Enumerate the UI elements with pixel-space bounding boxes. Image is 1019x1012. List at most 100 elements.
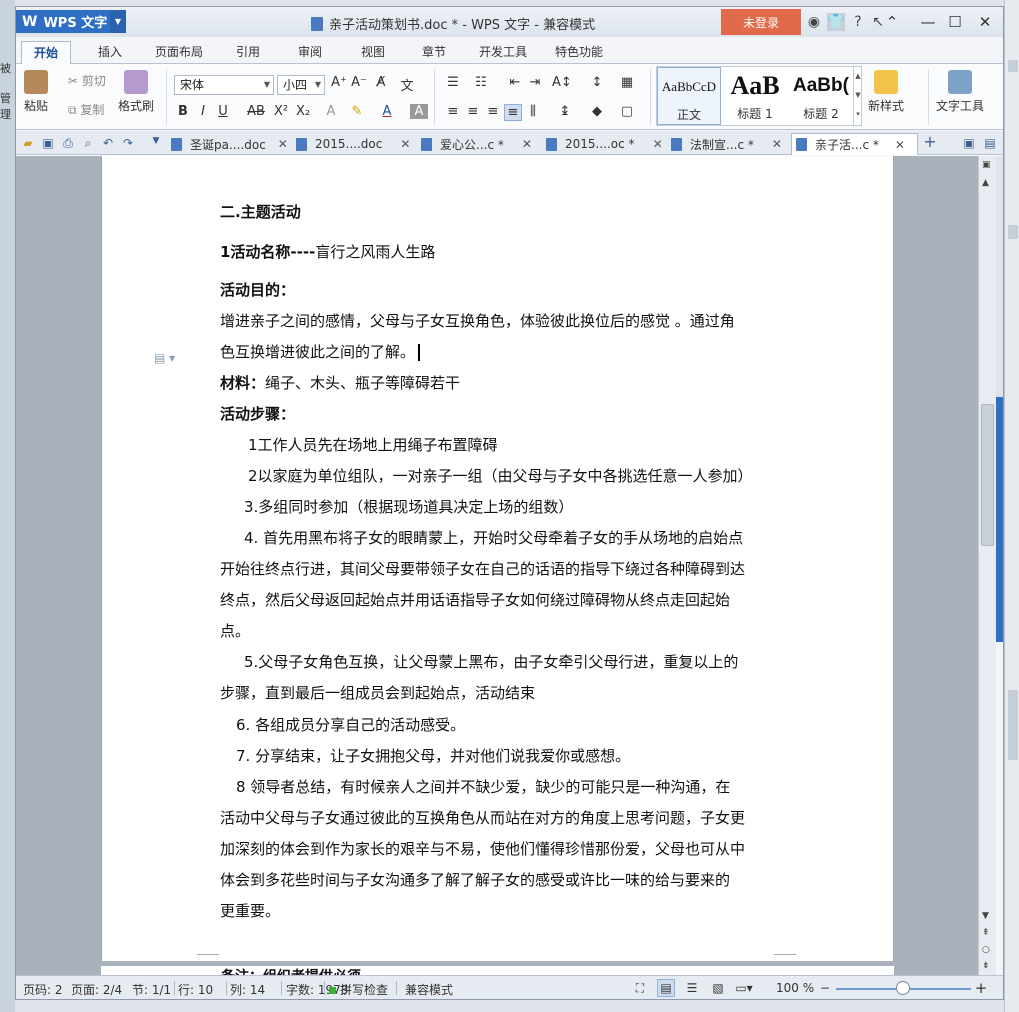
shading-icon[interactable]: ◆ (588, 104, 606, 119)
close-icon[interactable]: ✕ (772, 137, 782, 151)
document-page[interactable]: ▤ ▾ 二.主题活动 1活动名称----盲行之风雨人生路 活动目的： 增进亲子之间的感… (101, 156, 894, 961)
fullscreen-view-icon[interactable]: ⛶ (631, 979, 649, 997)
document-line[interactable]: 色互换增进彼此之间的了解。 (220, 341, 421, 362)
zoom-out-icon[interactable]: − (816, 979, 834, 997)
tab-references[interactable]: 引用 (224, 41, 272, 64)
distribute-icon[interactable]: ⫼ (524, 104, 542, 119)
page-view-icon[interactable]: ▤ (657, 979, 675, 997)
sort-icon[interactable]: ↕ (588, 75, 606, 90)
font-color-icon[interactable]: A (378, 104, 396, 119)
close-button[interactable]: ✕ (971, 11, 999, 33)
document-line[interactable]: 7. 分享结束，让子女拥抱父母，并对他们说我爱你或感想。 (236, 745, 630, 766)
tab-list-icon[interactable]: ▣ (961, 136, 977, 150)
tab-home[interactable]: 开始 (21, 41, 72, 64)
increase-indent-icon[interactable]: ⇥ (526, 75, 544, 90)
new-tab-icon[interactable]: + (922, 132, 938, 151)
tab-insert[interactable]: 插入 (86, 41, 134, 64)
print-icon[interactable]: ⎙ (60, 136, 76, 151)
document-line[interactable]: 活动中父母与子女通过彼此的互换角色从而站在对方的角度上思考问题，子女更 (220, 807, 745, 828)
status-page[interactable]: 页面: 2/4 (71, 981, 122, 998)
chinese-layout-icon[interactable]: A↕ (552, 75, 572, 90)
line-spacing-icon[interactable]: ↨ (556, 104, 574, 119)
document-line[interactable]: 开始往终点行进，其间父母要带领子女在自己的话语的指导下绕过各种障碍到达 (220, 558, 745, 579)
clear-format-icon[interactable]: A̸ (372, 75, 390, 90)
bold-icon[interactable]: B (174, 104, 192, 119)
minimize-button[interactable]: — (914, 11, 942, 33)
close-icon[interactable]: ✕ (653, 137, 663, 151)
grow-font-icon[interactable]: A⁺ (330, 75, 348, 90)
format-painter-button[interactable]: 格式刷 (118, 70, 154, 114)
char-shading-icon[interactable]: A (410, 104, 428, 119)
text-effect-icon[interactable]: A (322, 104, 340, 119)
pinyin-icon[interactable]: 文 (398, 75, 416, 94)
style-heading-1[interactable]: AaB 标题 1 (723, 67, 787, 125)
zoom-in-icon[interactable]: + (972, 979, 990, 997)
document-line[interactable]: 材料：绳子、木头、瓶子等障碍若干 (220, 372, 460, 393)
table-icon[interactable]: ▦ (618, 75, 636, 90)
document-line[interactable]: 增进亲子之间的感情，父母与子女互换角色，体验彼此换位后的感觉 。通过角 (220, 310, 735, 331)
open-icon[interactable]: ▰ (20, 136, 36, 150)
decrease-indent-icon[interactable]: ⇤ (506, 75, 524, 90)
align-right-icon[interactable]: ≡ (484, 104, 502, 119)
doc-tab[interactable]: 爱心公...c * ✕ (421, 133, 532, 155)
scrollbar-thumb[interactable] (981, 404, 994, 546)
save-icon[interactable]: ▣ (40, 136, 56, 150)
prev-page-icon[interactable]: ⇞ (982, 928, 990, 938)
help-icon[interactable]: ? (849, 13, 867, 31)
borders-icon[interactable]: ▢ (618, 104, 636, 119)
maximize-button[interactable]: ☐ (941, 11, 969, 33)
side-panel-toggle[interactable] (996, 397, 1003, 642)
close-icon[interactable]: ✕ (522, 137, 532, 151)
document-line[interactable]: 4. 首先用黑布将子女的眼睛蒙上，开始时父母牵着子女的手从场地的启始点 (244, 527, 743, 548)
document-line[interactable]: 活动目的： (220, 279, 295, 300)
document-line[interactable]: 5.父母子女角色互换，让父母蒙上黑布，由子女牵引父母行进，重复以上的 (244, 651, 738, 672)
tab-review[interactable]: 审阅 (286, 41, 334, 64)
style-scroll[interactable]: ▲ ▼ ▾ (853, 67, 862, 125)
spell-check-toggle[interactable]: 拼写检查 (329, 981, 388, 998)
document-line[interactable]: 二.主题活动 (220, 201, 301, 222)
doc-tab-active[interactable]: 亲子活...c * ✕ (791, 133, 918, 155)
paragraph-handle-icon[interactable]: ▤ ▾ (154, 351, 175, 365)
underline-icon[interactable]: U (214, 104, 232, 119)
doc-tab[interactable]: 法制宣...c * ✕ (671, 133, 782, 155)
paste-button[interactable]: 粘贴 (24, 70, 48, 114)
new-style-button[interactable]: 新样式 (868, 70, 904, 114)
doc-tab[interactable]: 2015....doc ✕ (296, 133, 410, 155)
close-icon[interactable]: ✕ (895, 138, 905, 152)
document-line[interactable]: 体会到多花些时间与子女沟通多了解了解子女的感受或许比一味的给与要来的 (220, 869, 730, 890)
close-icon[interactable]: ✕ (278, 137, 288, 151)
app-menu-button[interactable]: W WPS 文字 ▼ (16, 10, 126, 33)
document-line[interactable]: 加深刻的体会到作为家长的艰辛与不易，使他们懂得珍惜那份爱，父母也可从中 (220, 838, 745, 859)
font-name-select[interactable]: 宋体 ▼ (174, 75, 274, 95)
browse-object-icon[interactable]: ○ (982, 945, 990, 955)
document-line[interactable]: 点。 (220, 620, 250, 641)
strikethrough-icon[interactable]: AB (244, 104, 268, 119)
document-line[interactable]: 8 领导者总结，有时候亲人之间并不缺少爱，缺少的可能只是一种沟通，在 (236, 776, 730, 797)
document-line[interactable]: 2以家庭为单位组队，一对亲子一组（由父母与子女中各挑选任意一人参加） (248, 465, 753, 486)
collapse-ribbon-button[interactable]: ⌃ (878, 11, 906, 33)
document-line[interactable]: 3.多组同时参加（根据现场道具决定上场的组数） (244, 496, 573, 517)
subscript-icon[interactable]: X₂ (294, 104, 312, 119)
doc-tab[interactable]: 2015....oc * ✕ (546, 133, 663, 155)
outline-view-icon[interactable]: ☰ (683, 979, 701, 997)
justify-icon[interactable]: ≡ (504, 104, 522, 121)
scroll-down-icon[interactable]: ▼ (982, 911, 989, 921)
highlight-icon[interactable]: ✎ (348, 104, 366, 119)
copy-button[interactable]: ⧉ 复制 (68, 101, 104, 118)
cut-button[interactable]: ✂ 剪切 (68, 72, 106, 89)
tab-page-layout[interactable]: 页面布局 (143, 41, 215, 64)
tab-options-icon[interactable]: ▤ (982, 136, 998, 150)
bullet-list-icon[interactable]: ☰ (444, 75, 462, 90)
chevron-down-icon[interactable]: ▼ (148, 136, 164, 146)
scroll-up-icon[interactable]: ▲ (982, 178, 989, 188)
redo-icon[interactable]: ↷ (120, 136, 136, 150)
undo-icon[interactable]: ↶ (100, 136, 116, 150)
document-line[interactable]: 更重要。 (220, 900, 280, 921)
split-icon[interactable]: ▣ (982, 160, 991, 170)
style-normal[interactable]: AaBbCcD 正文 (657, 67, 721, 125)
doc-tab[interactable]: 圣诞pa....doc ✕ (171, 133, 288, 155)
chevron-down-icon[interactable]: ▼ (110, 10, 126, 33)
tab-view[interactable]: 视图 (349, 41, 397, 64)
tab-developer[interactable]: 开发工具 (467, 41, 539, 64)
web-view-icon[interactable]: ▧ (709, 979, 727, 997)
